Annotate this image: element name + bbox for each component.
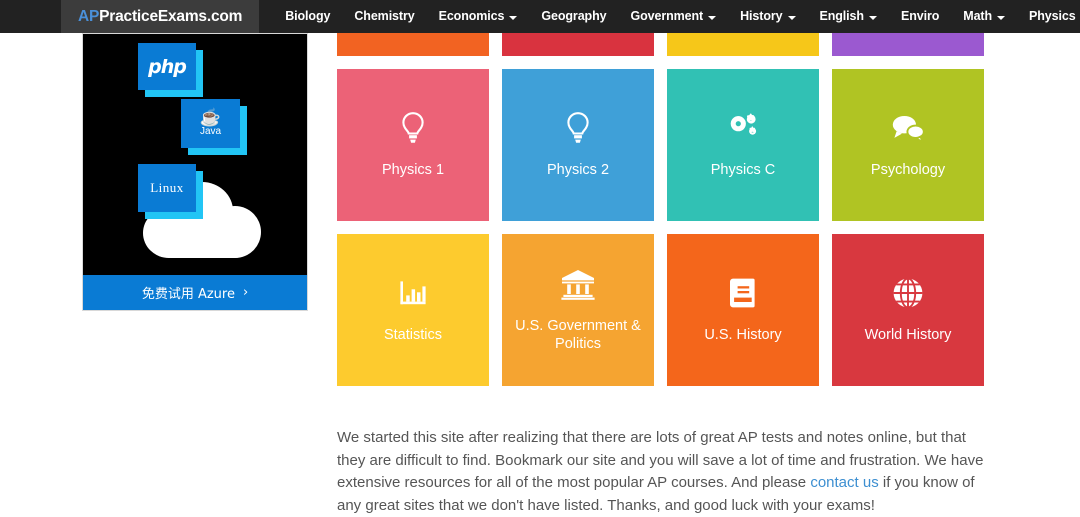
nav-item-biology[interactable]: Biology [273,0,342,33]
tile-physics-1[interactable]: Physics 1 [337,69,489,221]
nav-items-list: Biology Chemistry Economics Geography Govern… [259,0,1080,33]
nav-item-enviro[interactable]: Enviro [889,0,951,33]
tile-u-s-government-politics[interactable]: U.S. Government & Politics [502,234,654,386]
lightbulb-icon [563,111,593,145]
nav-item-physics[interactable]: Physics [1017,0,1080,33]
tile-label: Statistics [384,326,442,344]
ad-card-java: ☕ Java [181,99,240,148]
azure-advertisement[interactable]: php ☕ Java Linux 免费试用 Azure › [82,33,308,311]
tile-physics-2[interactable]: Physics 2 [502,69,654,221]
ad-cta-button[interactable]: 免费试用 Azure › [83,275,307,310]
ad-cta-label: 免费试用 Azure [142,283,235,302]
nav-item-label: Chemistry [354,0,414,33]
ad-card-linux-label: Linux [150,180,184,196]
nav-item-label: Government [630,0,703,33]
tile-physics-c[interactable]: Physics C [667,69,819,221]
nav-item-label: Math [963,0,992,33]
chevron-down-icon [869,16,877,20]
nav-item-label: Enviro [901,0,939,33]
tile-world-history[interactable]: World History [832,234,984,386]
tile-label: Psychology [871,161,945,179]
nav-item-history[interactable]: History [728,0,807,33]
nav-item-label: Geography [541,0,606,33]
bank-icon [561,267,595,301]
chevron-down-icon [788,16,796,20]
ad-card-php: php [138,43,196,90]
bar-chart-icon [398,276,428,310]
contact-us-link[interactable]: contact us [810,474,878,491]
tile-row: Physics 1 Physics 2 Physics C Psychology [337,69,987,221]
tile-label: Physics 1 [382,161,444,179]
nav-item-math[interactable]: Math [951,0,1017,33]
coffee-cup-icon: ☕ [200,110,221,125]
logo-rest: PracticeExams.com [99,8,242,26]
chevron-right-icon: › [243,285,248,300]
intro-paragraph: We started this site after realizing tha… [337,427,989,517]
nav-item-label: English [820,0,864,33]
tile-label: Physics C [711,161,775,179]
tile-u-s-history[interactable]: U.S. History [667,234,819,386]
nav-item-geography[interactable]: Geography [529,0,618,33]
gears-icon [726,111,760,145]
chevron-down-icon [708,16,716,20]
tile-label: World History [865,326,952,344]
chevron-down-icon [997,16,1005,20]
site-logo[interactable]: APPracticeExams.com [61,0,259,33]
tile-label: U.S. Government & Politics [510,317,646,353]
ad-card-face: php [138,43,196,90]
nav-item-label: Biology [285,0,330,33]
tile-label: Physics 2 [547,161,609,179]
nav-item-label: History [740,0,782,33]
globe-icon [892,276,924,310]
logo-prefix: AP [78,8,99,26]
nav-item-english[interactable]: English [808,0,889,33]
tile-statistics[interactable]: Statistics [337,234,489,386]
ad-card-linux: Linux [138,164,196,212]
nav-item-chemistry[interactable]: Chemistry [342,0,426,33]
tile-label: U.S. History [704,326,781,344]
chevron-down-icon [509,16,517,20]
subject-tile-grid: Physics 1 Physics 2 Physics C Psychology St… [337,0,987,399]
tile-row: Statistics U.S. Government & Politics U.S.… [337,234,987,386]
book-icon [730,276,756,310]
ad-card-php-label: php [148,56,186,78]
ad-artwork: php ☕ Java Linux [83,34,307,277]
top-navigation-bar: APPracticeExams.com Biology Chemistry Econ… [0,0,1080,33]
ad-card-face: Linux [138,164,196,212]
lightbulb-icon [398,111,428,145]
ad-card-java-label: Java [200,126,221,137]
nav-item-label: Physics [1029,0,1076,33]
nav-item-government[interactable]: Government [618,0,728,33]
comments-icon [890,111,926,145]
nav-item-label: Economics [439,0,505,33]
nav-item-economics[interactable]: Economics [427,0,530,33]
ad-card-face: ☕ Java [181,99,240,148]
tile-psychology[interactable]: Psychology [832,69,984,221]
